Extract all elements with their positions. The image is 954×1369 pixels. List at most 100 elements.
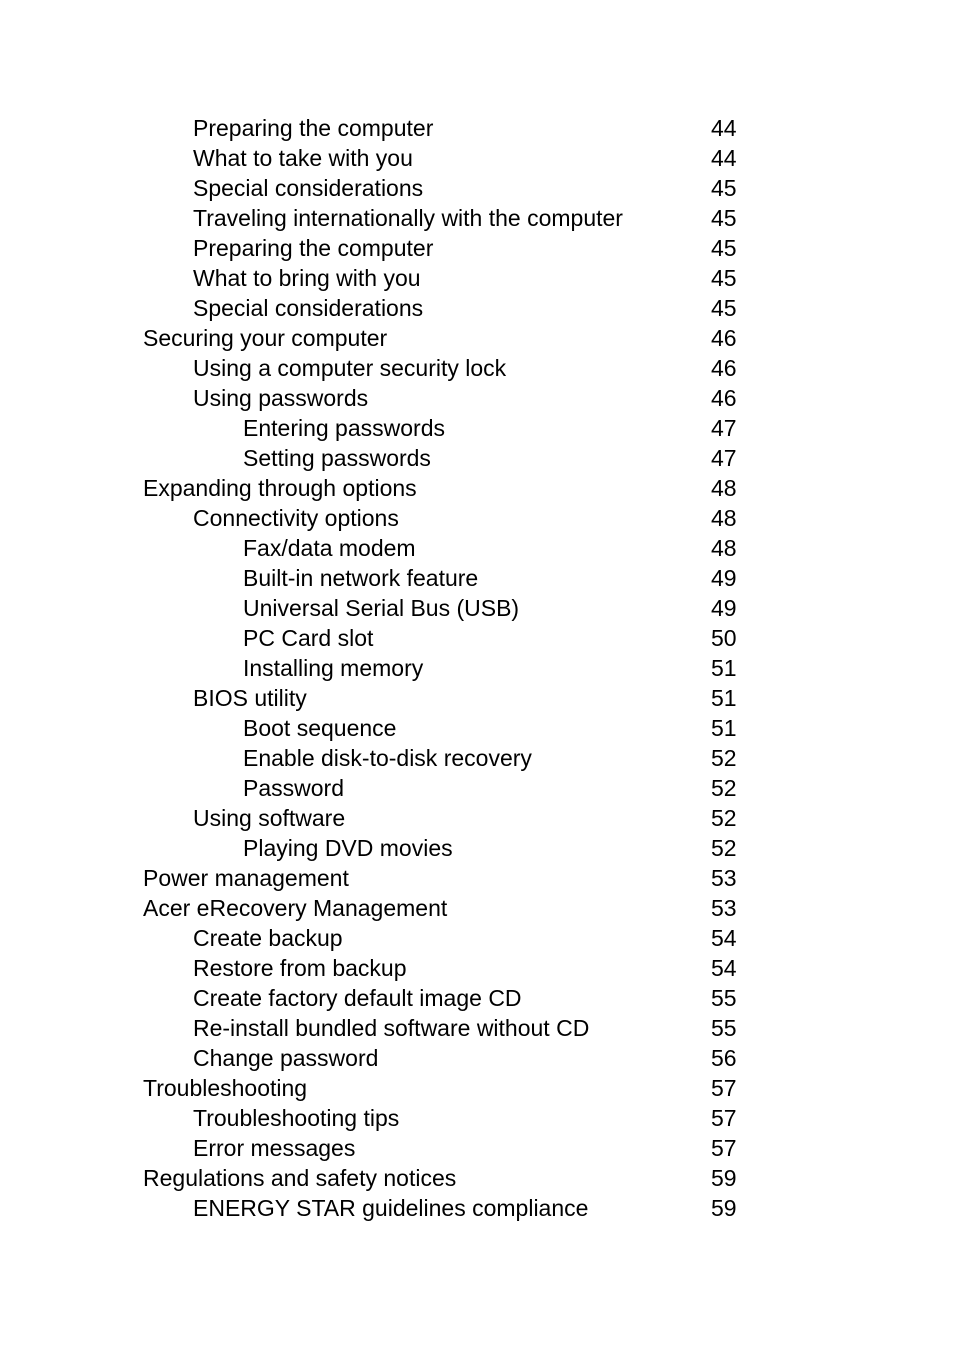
toc-entry[interactable]: Troubleshooting tips 57	[143, 1103, 843, 1133]
toc-entry-title: Restore from backup	[193, 955, 407, 981]
toc-entry-title: Boot sequence	[243, 715, 397, 741]
toc-entry-page-number: 59	[711, 1165, 737, 1191]
toc-entry[interactable]: Entering passwords 47	[143, 413, 843, 443]
toc-entry-page-number: 49	[711, 565, 737, 591]
toc-entry-page-number: 45	[711, 265, 737, 291]
toc-entry[interactable]: Connectivity options 48	[143, 503, 843, 533]
toc-entry-page-number: 57	[711, 1135, 737, 1161]
toc-entry[interactable]: Traveling internationally with the compu…	[143, 203, 843, 233]
toc-entry-page-number: 51	[711, 685, 737, 711]
toc-entry[interactable]: Create factory default image CD 55	[143, 983, 843, 1013]
toc-entry[interactable]: BIOS utility 51	[143, 683, 843, 713]
toc-entry-page-number: 52	[711, 805, 737, 831]
toc-entry-title: Using a computer security lock	[193, 355, 507, 381]
toc-entry[interactable]: Regulations and safety notices 59	[143, 1163, 843, 1193]
toc-entry[interactable]: Setting passwords 47	[143, 443, 843, 473]
toc-entry-title: Troubleshooting	[143, 1075, 308, 1101]
toc-entry-title: BIOS utility	[193, 685, 307, 711]
toc-entry-title: Installing memory	[243, 655, 424, 681]
toc-entry-page-number: 45	[711, 175, 737, 201]
toc-entry-title: Special considerations	[193, 175, 424, 201]
toc-entry-page-number: 54	[711, 955, 737, 981]
toc-entry-page-number: 44	[711, 145, 737, 171]
toc-entry-title: Create factory default image CD	[193, 985, 522, 1011]
toc-entry-page-number: 53	[711, 865, 737, 891]
toc-entry-page-number: 47	[711, 445, 737, 471]
toc-entry-page-number: 52	[711, 835, 737, 861]
toc-entry-title: Password	[243, 775, 344, 801]
toc-entry-title: Universal Serial Bus (USB)	[243, 595, 520, 621]
toc-entry-page-number: 54	[711, 925, 737, 951]
toc-entry-title: Preparing the computer	[193, 235, 434, 261]
toc-entry-title: Setting passwords	[243, 445, 431, 471]
toc-entry[interactable]: ENERGY STAR guidelines compliance 59	[143, 1193, 843, 1223]
toc-entry-title: PC Card slot	[243, 625, 374, 651]
toc-entry-title: Re-install bundled software without CD	[193, 1015, 590, 1041]
toc-entry-page-number: 49	[711, 595, 737, 621]
toc-entry-page-number: 52	[711, 775, 737, 801]
toc-entry[interactable]: Using software 52	[143, 803, 843, 833]
toc-entry[interactable]: Fax/data modem 48	[143, 533, 843, 563]
toc-entry-title: Expanding through options	[143, 475, 417, 501]
toc-entry-page-number: 48	[711, 475, 737, 501]
toc-entry[interactable]: Using passwords 46	[143, 383, 843, 413]
toc-entry-page-number: 50	[711, 625, 737, 651]
toc-entry-title: What to take with you	[193, 145, 413, 171]
toc-entry-page-number: 46	[711, 355, 737, 381]
toc-entry-title: What to bring with you	[193, 265, 421, 291]
toc-entry[interactable]: Special considerations 45	[143, 293, 843, 323]
toc-entry-page-number: 45	[711, 235, 737, 261]
toc-entry[interactable]: Built-in network feature 49	[143, 563, 843, 593]
toc-entry-page-number: 55	[711, 985, 737, 1011]
toc-entry[interactable]: Special considerations 45	[143, 173, 843, 203]
toc-entry-page-number: 46	[711, 325, 737, 351]
toc-entry-title: Using passwords	[193, 385, 369, 411]
toc-entry-page-number: 59	[711, 1195, 737, 1221]
toc-entry[interactable]: PC Card slot 50	[143, 623, 843, 653]
toc-entry-title: Enable disk-to-disk recovery	[243, 745, 532, 771]
toc-entry-title: Connectivity options	[193, 505, 399, 531]
toc-entry[interactable]: Preparing the computer 44	[143, 113, 843, 143]
toc-entry[interactable]: What to bring with you 45	[143, 263, 843, 293]
toc-entry[interactable]: Using a computer security lock 46	[143, 353, 843, 383]
toc-entry-title: Built-in network feature	[243, 565, 479, 591]
toc-entry[interactable]: Create backup 54	[143, 923, 843, 953]
toc-entry[interactable]: Universal Serial Bus (USB) 49	[143, 593, 843, 623]
toc-entry-title: Special considerations	[193, 295, 424, 321]
toc-entry[interactable]: Boot sequence 51	[143, 713, 843, 743]
toc-entry-title: Playing DVD movies	[243, 835, 453, 861]
toc-entry-title: Entering passwords	[243, 415, 445, 441]
toc-entry-title: Change password	[193, 1045, 379, 1071]
toc-entry[interactable]: Troubleshooting 57	[143, 1073, 843, 1103]
toc-entry-title: Power management	[143, 865, 349, 891]
toc-entry[interactable]: Playing DVD movies 52	[143, 833, 843, 863]
toc-entry-title: Using software	[193, 805, 346, 831]
toc-entry[interactable]: Re-install bundled software without CD 55	[143, 1013, 843, 1043]
toc-entry[interactable]: Restore from backup 54	[143, 953, 843, 983]
toc-entry-page-number: 44	[711, 115, 737, 141]
toc-entry[interactable]: Installing memory 51	[143, 653, 843, 683]
toc-entry[interactable]: Change password 56	[143, 1043, 843, 1073]
toc-entry-page-number: 55	[711, 1015, 737, 1041]
toc-entry[interactable]: Power management 53	[143, 863, 843, 893]
toc-entry[interactable]: Preparing the computer 45	[143, 233, 843, 263]
toc-entry-title: Securing your computer	[143, 325, 388, 351]
toc-entry[interactable]: Securing your computer 46	[143, 323, 843, 353]
toc-entry-page-number: 52	[711, 745, 737, 771]
toc-entry-page-number: 45	[711, 205, 737, 231]
toc-entry[interactable]: Password 52	[143, 773, 843, 803]
toc-entry-page-number: 53	[711, 895, 737, 921]
table-of-contents: Preparing the computer 44 What to take wit…	[143, 113, 843, 1223]
toc-entry[interactable]: Enable disk-to-disk recovery 52	[143, 743, 843, 773]
toc-entry[interactable]: What to take with you 44	[143, 143, 843, 173]
toc-entry-page-number: 46	[711, 385, 737, 411]
toc-entry[interactable]: Expanding through options 48	[143, 473, 843, 503]
toc-entry-title: Acer eRecovery Management	[143, 895, 448, 921]
toc-entry[interactable]: Acer eRecovery Management 53	[143, 893, 843, 923]
toc-entry-page-number: 48	[711, 505, 737, 531]
toc-entry[interactable]: Error messages 57	[143, 1133, 843, 1163]
toc-entry-title: Fax/data modem	[243, 535, 416, 561]
toc-entry-title: Troubleshooting tips	[193, 1105, 400, 1131]
toc-entry-page-number: 57	[711, 1075, 737, 1101]
toc-entry-page-number: 51	[711, 655, 737, 681]
